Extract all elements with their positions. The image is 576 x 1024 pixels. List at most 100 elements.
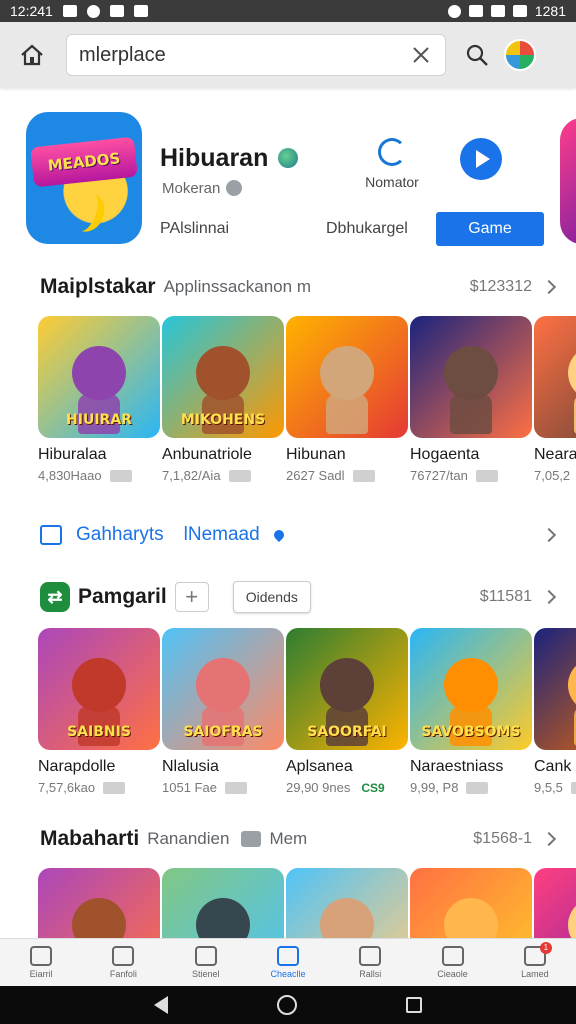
community-label-1: Gahharyts (76, 524, 164, 545)
app-card[interactable]: SAVOBSOMS Naraestniass 9,99, P8 (410, 628, 532, 795)
app-tag-badge (109, 469, 132, 482)
app-tag-badge (570, 781, 576, 794)
app-meta-text: 4,830Haao (38, 468, 102, 483)
character-head-icon (196, 346, 250, 400)
app-icon-label: SAVOBSOMS (421, 724, 521, 740)
app-meta: 7,57,6kao (38, 780, 160, 795)
app-card[interactable]: Hogaenta 76727/tan (410, 316, 532, 483)
featured-app[interactable]: MEADOS Hibuaran Mokeran PAlslinnai Nomat… (26, 108, 576, 248)
app-tag-badge (466, 781, 489, 794)
nav-item[interactable]: Eiarril (0, 939, 82, 986)
info-icon (226, 180, 242, 196)
app-card[interactable]: HIUIRAR Hiburalaa 4,830Haao (38, 316, 160, 483)
app-name: Nlalusia (162, 758, 219, 775)
section-header-1[interactable]: Maiplstakar Applinssackanon m $123312 (40, 272, 560, 302)
next-featured-peek[interactable] (560, 118, 576, 244)
play-button[interactable] (460, 138, 502, 180)
app-icon[interactable]: MIKOHENS (162, 316, 284, 438)
app-meta: 9,5,5 (534, 780, 576, 795)
app-name: Naraestniass (410, 758, 504, 775)
nav-icon (30, 946, 53, 966)
clear-search-button[interactable] (409, 43, 433, 67)
nav-item[interactable]: Rallsi (329, 939, 411, 986)
app-name: Cank (534, 758, 572, 775)
app-meta-text: 2627 Sadl (286, 468, 345, 483)
nav-icon (441, 946, 464, 966)
app-card[interactable]: SAIBNIS Narapdolle 7,57,6kao (38, 628, 160, 795)
app-icon[interactable]: SAIOFRAS (162, 628, 284, 750)
refresh-icon (378, 138, 406, 166)
section-2-count: $11581 (479, 588, 532, 605)
community-label-2: lNemaad (183, 524, 260, 545)
app-card[interactable]: SAIOFRAS Nlalusia 1051 Fae (162, 628, 284, 795)
app-icon[interactable] (410, 316, 532, 438)
app-meta-text: 7,1,82/Aia (162, 468, 221, 483)
message-icon (109, 5, 124, 17)
app-tag-badge (352, 469, 375, 482)
character-body-icon (326, 394, 368, 434)
section-header-2[interactable]: ⇄ Pamgaril + Oidends $11581 (40, 581, 560, 613)
app-icon-label: SAIBNIS (67, 724, 131, 740)
add-button[interactable]: + (174, 582, 209, 612)
section-1-title: Maiplstakar (40, 275, 156, 298)
nav-icon (194, 946, 217, 966)
app-meta: 4,830Haao (38, 468, 160, 483)
search-header (0, 22, 576, 88)
app-meta-text: 76727/tan (410, 468, 468, 483)
app-icon[interactable] (286, 316, 408, 438)
nav-item[interactable]: Stienel (165, 939, 247, 986)
app-tag-badge (228, 469, 251, 482)
nav-icon (276, 946, 299, 966)
status-bar: 12:241 1281 (0, 0, 576, 22)
character-head-icon (568, 658, 576, 712)
app-card[interactable]: MA Cank 9,5,5 (534, 628, 576, 795)
search-input[interactable] (79, 43, 409, 67)
nav-item[interactable]: Cheaclle (247, 939, 329, 986)
nav-label: Cieaole (437, 969, 468, 979)
location-icon (271, 527, 286, 543)
banana-icon (64, 187, 110, 237)
status-time: 12:241 (10, 3, 53, 19)
search-box (66, 34, 446, 76)
section-3-subtitle: Ranandien (147, 829, 230, 848)
home-button[interactable] (14, 37, 50, 73)
member-badge-icon (241, 831, 262, 847)
app-icon[interactable]: SAI (534, 316, 576, 438)
search-button[interactable] (460, 38, 494, 72)
section-header-3[interactable]: Mabaharti Ranandien Mem $1568-1 (40, 824, 560, 854)
home-circle-icon[interactable] (276, 995, 297, 1015)
back-icon[interactable] (154, 996, 169, 1014)
featured-subtitle: Mokeran (162, 180, 221, 197)
app-store-screen: 12:241 1281 mlerplace MEADOS Hibuaran Mo… (0, 0, 576, 1024)
mail-icon (133, 5, 148, 17)
app-card[interactable]: Hibunan 2627 Sadl (286, 316, 408, 483)
nav-item[interactable]: 1 Lamed (494, 939, 576, 986)
featured-app-icon[interactable]: MEADOS (26, 112, 142, 244)
chevron-right-icon (541, 527, 557, 543)
recents-icon[interactable] (405, 997, 422, 1013)
section-3-title: Mabaharti (40, 827, 140, 850)
community-link[interactable]: Gahharyts lNemaad (40, 518, 560, 552)
nav-item[interactable]: Fanfoli (82, 939, 164, 986)
app-card[interactable]: SAI Neara 7,05,2 (534, 316, 576, 483)
app-icon[interactable]: MA (534, 628, 576, 750)
app-icon[interactable]: SAIBNIS (38, 628, 160, 750)
app-card[interactable]: MIKOHENS Anbunatriole 7,1,82/Aia (162, 316, 284, 483)
avatar[interactable] (504, 39, 536, 71)
character-head-icon (444, 658, 498, 712)
filter-pill-button[interactable]: Oidends (232, 581, 311, 613)
section-1-subtitle: Applinssackanon m (163, 277, 311, 296)
featured-meta-publisher: PAlslinnai (160, 220, 230, 237)
app-card[interactable]: SAOORFAI Aplsanea 29,90 9nes CS9 (286, 628, 408, 795)
app-icon[interactable]: SAVOBSOMS (410, 628, 532, 750)
character-head-icon (320, 658, 374, 712)
app-icon[interactable]: HIUIRAR (38, 316, 160, 438)
nav-item[interactable]: Cieaole (411, 939, 493, 986)
signal-icon (490, 5, 505, 17)
featured-icon-label: MEADOS (46, 149, 122, 175)
search-icon (466, 44, 488, 66)
game-button[interactable]: Game (436, 212, 544, 246)
app-meta: 1051 Fae (162, 780, 284, 795)
nav-label: Stienel (191, 969, 220, 979)
app-icon[interactable]: SAOORFAI (286, 628, 408, 750)
